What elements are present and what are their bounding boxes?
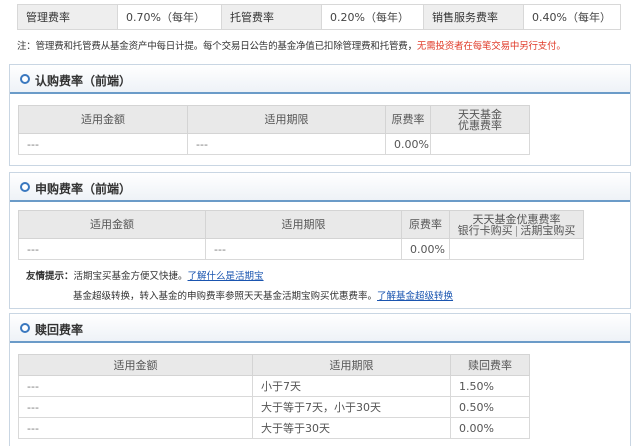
col-amount: 适用金额	[18, 210, 206, 239]
col-period: 适用期限	[205, 210, 402, 239]
table-row: --- 大于等于30天 0.00%	[18, 417, 530, 439]
fee-rate-table: 管理费率 0.70%（每年） 托管费率 0.20%（每年） 销售服务费率 0.4…	[17, 4, 621, 30]
subscription-header-row: 适用金额 适用期限 原费率 天天基金 优惠费率	[18, 105, 530, 134]
col-period: 适用期限	[187, 105, 386, 134]
col-rate: 原费率	[401, 210, 450, 239]
amount-cell: ---	[18, 133, 188, 155]
period-cell: 大于等于30天	[252, 417, 451, 439]
redemption-section: 赎回费率 适用金额 适用期限 赎回费率 --- 小于7天 1.50% --- 大…	[9, 313, 631, 446]
conversion-text: 基金超级转换，转入基金的申购费率参照天天基金活期宝购买优惠费率。	[73, 291, 378, 302]
custody-fee-label: 托管费率	[221, 4, 322, 30]
rate-cell: 0.00%	[450, 417, 530, 439]
fee-note-highlight: 无需投资者在每笔交易中另行支付。	[416, 41, 566, 52]
col-discount: 天天基金优惠费率 银行卡购买 | 活期宝购买	[449, 210, 584, 239]
subscription-header: 认购费率（前端）	[10, 64, 630, 94]
rate-cell: 0.50%	[450, 396, 530, 418]
custody-fee-value: 0.20%（每年）	[321, 4, 424, 30]
purchase-section: 申购费率（前端） 适用金额 适用期限 原费率 天天基金优惠费率 银行卡购买 | 活期…	[9, 172, 631, 309]
discount-cell	[449, 238, 584, 260]
col-discount: 天天基金 优惠费率	[430, 105, 530, 134]
table-row: --- --- 0.00%	[18, 133, 530, 155]
tip-text: 活期宝买基金方便又快捷。	[73, 271, 188, 282]
wallet-info-link[interactable]: 了解什么是活期宝	[188, 271, 264, 282]
circle-bullet-icon	[20, 74, 30, 84]
circle-bullet-icon	[20, 182, 30, 192]
discount-header-line2: 优惠费率	[458, 118, 502, 132]
tip-label: 友情提示：	[26, 271, 74, 282]
col-amount: 适用金额	[18, 105, 188, 134]
rate-cell: 0.00%	[385, 133, 431, 155]
redemption-header: 赎回费率	[10, 313, 630, 343]
subscription-table: 适用金额 适用期限 原费率 天天基金 优惠费率 --- --- 0.00%	[18, 105, 530, 155]
subscription-section: 认购费率（前端） 适用金额 适用期限 原费率 天天基金 优惠费率 --- ---…	[9, 64, 631, 166]
period-cell: ---	[205, 238, 402, 260]
col-period: 适用期限	[252, 354, 451, 376]
sales-service-fee-value: 0.40%（每年）	[523, 4, 621, 30]
table-row: --- 大于等于7天，小于30天 0.50%	[18, 396, 530, 418]
fee-note: 注：管理费和托管费从基金资产中每日计提。每个交易日公告的基金净值已扣除管理费和托…	[17, 38, 632, 52]
rate-cell: 1.50%	[450, 375, 530, 397]
fee-rate-row: 管理费率 0.70%（每年） 托管费率 0.20%（每年） 销售服务费率 0.4…	[17, 4, 621, 30]
col-redemption-rate: 赎回费率	[450, 354, 530, 376]
table-row: --- --- 0.00%	[18, 238, 584, 260]
purchase-title: 申购费率（前端）	[35, 182, 132, 196]
period-cell: 小于7天	[252, 375, 451, 397]
purchase-header: 申购费率（前端）	[10, 172, 630, 202]
period-cell: ---	[187, 133, 386, 155]
col-amount: 适用金额	[18, 354, 253, 376]
circle-bullet-icon	[20, 323, 30, 333]
purchase-header-row: 适用金额 适用期限 原费率 天天基金优惠费率 银行卡购买 | 活期宝购买	[18, 210, 584, 239]
redemption-header-row: 适用金额 适用期限 赎回费率	[18, 354, 530, 376]
col-rate: 原费率	[385, 105, 431, 134]
management-fee-label: 管理费率	[17, 4, 118, 30]
conversion-info-link[interactable]: 了解基金超级转换	[377, 291, 453, 302]
fee-note-text: 注：管理费和托管费从基金资产中每日计提。每个交易日公告的基金净值已扣除管理费和托…	[17, 41, 417, 52]
amount-cell: ---	[18, 375, 253, 397]
redemption-title: 赎回费率	[35, 323, 84, 337]
discount-header-line1: 天天基金	[458, 107, 502, 121]
period-cell: 大于等于7天，小于30天	[252, 396, 451, 418]
rate-cell: 0.00%	[401, 238, 450, 260]
sales-service-fee-label: 销售服务费率	[423, 4, 524, 30]
discount-cell	[430, 133, 530, 155]
bank-card-header: 银行卡购买	[457, 223, 513, 237]
purchase-table: 适用金额 适用期限 原费率 天天基金优惠费率 银行卡购买 | 活期宝购买 --- -…	[18, 210, 584, 260]
table-row: --- 小于7天 1.50%	[18, 375, 530, 397]
amount-cell: ---	[18, 238, 206, 260]
amount-cell: ---	[18, 396, 253, 418]
redemption-table: 适用金额 适用期限 赎回费率 --- 小于7天 1.50% --- 大于等于7天…	[18, 354, 530, 439]
management-fee-value: 0.70%（每年）	[117, 4, 222, 30]
amount-cell: ---	[18, 417, 253, 439]
friendly-tip: 友情提示：活期宝买基金方便又快捷。了解什么是活期宝	[26, 268, 264, 282]
subscription-title: 认购费率（前端）	[35, 74, 132, 88]
wallet-header: 活期宝购买	[520, 223, 576, 237]
conversion-tip: 基金超级转换，转入基金的申购费率参照天天基金活期宝购买优惠费率。了解基金超级转换	[73, 288, 453, 302]
